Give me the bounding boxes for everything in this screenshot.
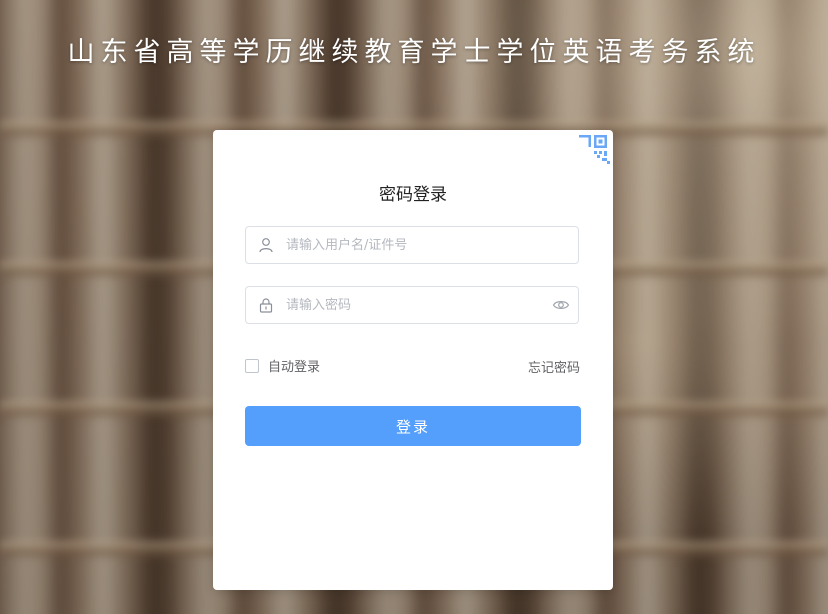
user-icon (259, 238, 273, 253)
qr-code-icon (579, 135, 610, 164)
checkbox-box[interactable] (245, 358, 259, 373)
lock-icon (259, 298, 273, 313)
password-field (245, 286, 579, 324)
login-button[interactable]: 登录 (245, 406, 581, 446)
page-title: 山东省高等学历继续教育学士学位英语考务系统 (67, 37, 761, 68)
login-card: 密码登录 自动登录 忘记密码 登录 (213, 130, 613, 590)
forgot-password-link[interactable]: 忘记密码 (528, 357, 580, 376)
login-page: 山东省高等学历继续教育学士学位英语考务系统 密码登录 请输入用户名/证件号 自动… (0, 0, 828, 614)
eye-icon[interactable] (552, 297, 570, 313)
qr-login-switch[interactable] (567, 130, 613, 176)
username-input[interactable] (286, 227, 546, 263)
username-field (245, 226, 579, 264)
password-input[interactable] (286, 287, 546, 323)
auto-login-checkbox[interactable]: 自动登录 (245, 356, 320, 375)
login-mode-title: 密码登录 (379, 185, 447, 205)
auto-login-label: 自动登录 (268, 360, 321, 375)
